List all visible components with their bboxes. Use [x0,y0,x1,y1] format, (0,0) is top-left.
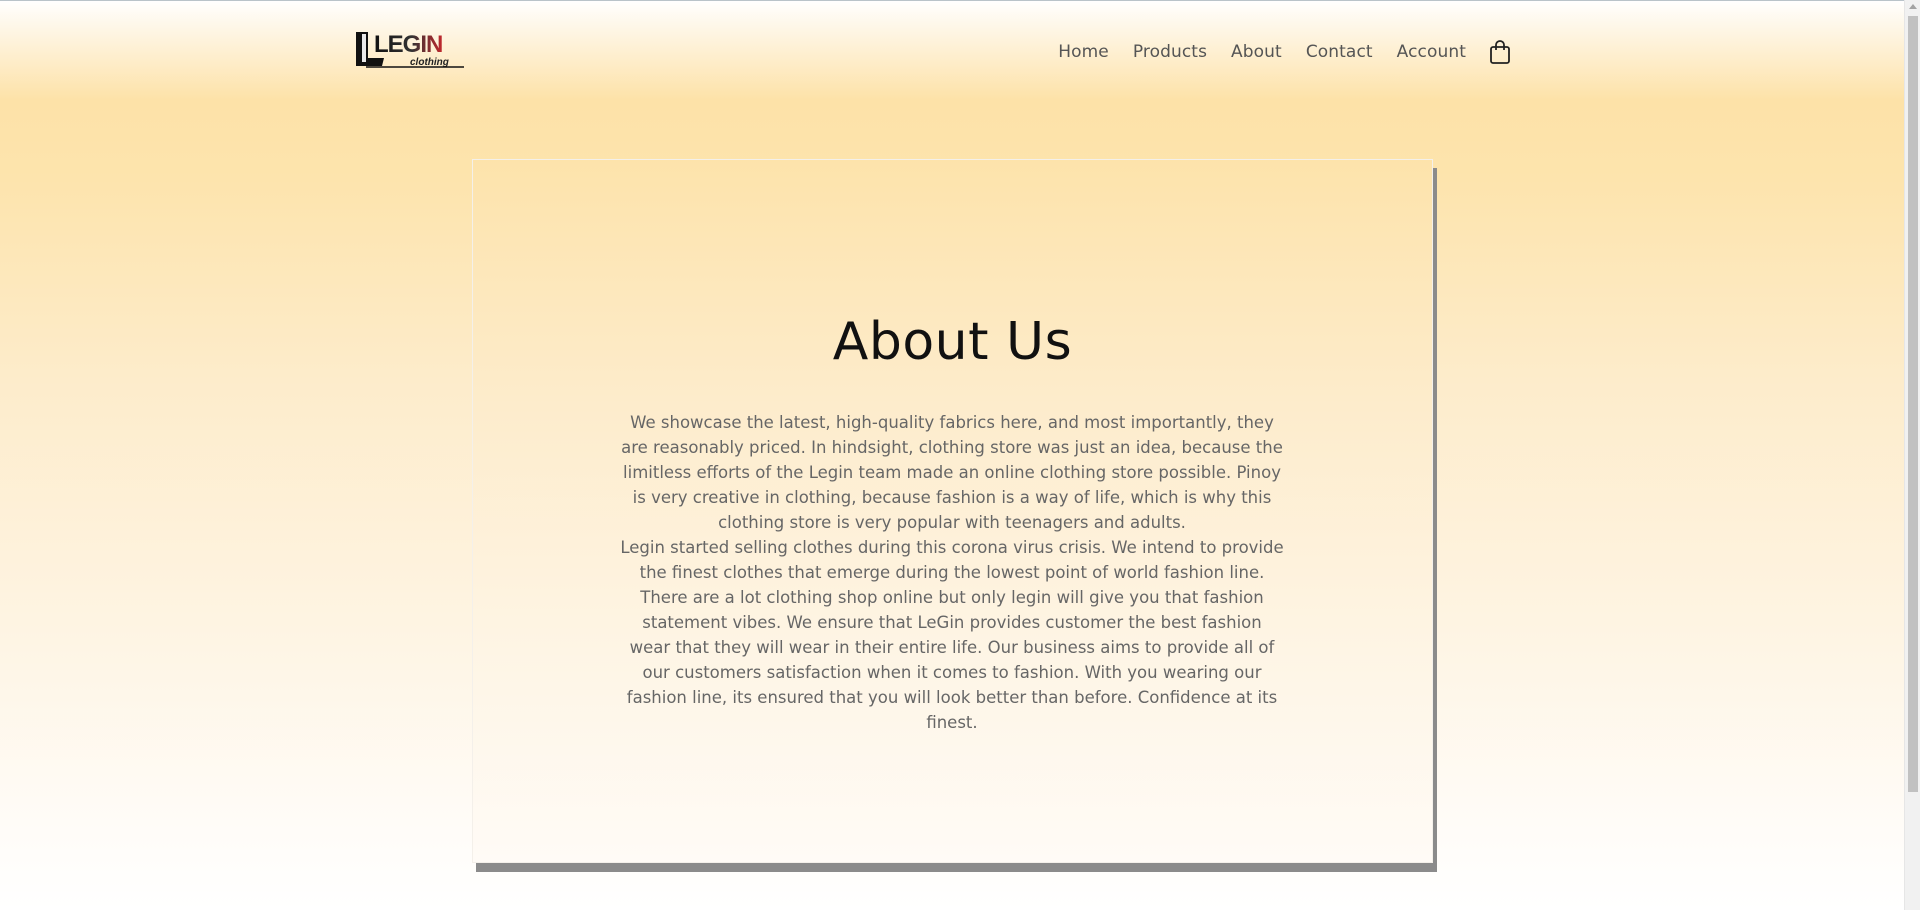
about-description: We showcase the latest, high-quality fab… [620,410,1284,735]
nav-account[interactable]: Account [1397,42,1466,62]
about-paragraph: Legin started selling clothes during thi… [620,538,1284,732]
about-paragraph: We showcase the latest, high-quality fab… [621,413,1283,532]
svg-text:LEGIN: LEGIN [374,31,442,58]
shopping-bag-icon[interactable] [1488,38,1512,66]
legin-logo-graphic: LEGIN clothing [356,31,464,68]
legin-logo[interactable]: LEGIN clothing [356,28,466,72]
nav-contact[interactable]: Contact [1306,42,1373,62]
main-nav: Home Products About Contact Account [1034,38,1512,66]
page-title: About Us [832,312,1073,372]
scroll-thumb[interactable] [1908,16,1918,792]
nav-products[interactable]: Products [1133,42,1207,62]
page-scrollbar[interactable] [1904,0,1920,910]
nav-about[interactable]: About [1231,42,1282,62]
nav-home[interactable]: Home [1058,42,1109,62]
scroll-up-arrow-icon[interactable] [1909,4,1917,9]
window-top-border [0,0,1905,1]
